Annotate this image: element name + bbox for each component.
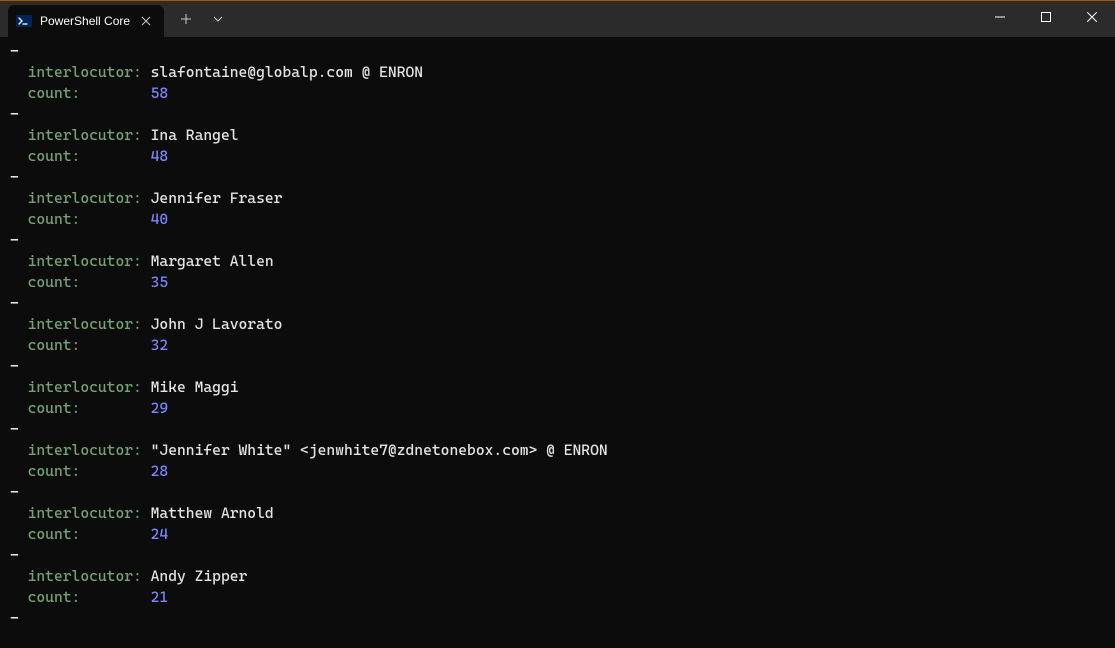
label-interlocutor: interlocutor: — [28, 567, 151, 585]
record-line: interlocutor: Matthew Arnold — [10, 504, 274, 522]
value-interlocutor: John J Lavorato — [151, 315, 283, 333]
value-interlocutor: Ina Rangel — [151, 126, 239, 144]
label-count: count: — [28, 336, 151, 354]
yaml-dash: - — [10, 357, 19, 375]
record-line: count: 35 — [10, 273, 168, 291]
record-line: interlocutor: Jennifer Fraser — [10, 189, 282, 207]
window-controls — [977, 1, 1115, 33]
yaml-dash: - — [10, 168, 19, 186]
tab-title: PowerShell Core — [40, 14, 130, 28]
yaml-dash: - — [10, 420, 19, 438]
value-interlocutor: "Jennifer White" <jenwhite7@zdnetonebox.… — [151, 441, 608, 459]
label-interlocutor: interlocutor: — [28, 504, 151, 522]
label-interlocutor: interlocutor: — [28, 315, 151, 333]
maximize-button[interactable] — [1023, 1, 1069, 33]
powershell-icon — [16, 13, 32, 29]
record-line: count: 28 — [10, 462, 168, 480]
value-count: 48 — [151, 147, 169, 165]
value-count: 28 — [151, 462, 169, 480]
label-count: count: — [28, 462, 151, 480]
yaml-dash: - — [10, 483, 19, 501]
yaml-dash: - — [10, 231, 19, 249]
new-tab-button[interactable] — [172, 5, 200, 33]
tab-powershell[interactable]: PowerShell Core — [8, 5, 164, 37]
record-line: count: 40 — [10, 210, 168, 228]
value-count: 58 — [151, 84, 169, 102]
record-line: interlocutor: slafontaine@globalp.com @ … — [10, 63, 423, 81]
label-interlocutor: interlocutor: — [28, 126, 151, 144]
yaml-dash: - — [10, 294, 19, 312]
minimize-button[interactable] — [977, 1, 1023, 33]
record-line: interlocutor: Andy Zipper — [10, 567, 247, 585]
value-interlocutor: Jennifer Fraser — [151, 189, 283, 207]
record-line: interlocutor: Ina Rangel — [10, 126, 239, 144]
value-count: 40 — [151, 210, 169, 228]
record-line: interlocutor: John J Lavorato — [10, 315, 282, 333]
value-count: 35 — [151, 273, 169, 291]
tab-actions — [172, 5, 232, 33]
terminal-output[interactable]: - interlocutor: slafontaine@globalp.com … — [0, 37, 1115, 633]
value-count: 32 — [151, 336, 169, 354]
label-interlocutor: interlocutor: — [28, 378, 151, 396]
record-line: count: 48 — [10, 147, 168, 165]
record-line: interlocutor: "Jennifer White" <jenwhite… — [10, 441, 608, 459]
value-interlocutor: Andy Zipper — [151, 567, 248, 585]
yaml-dash: - — [10, 609, 19, 627]
record-line: interlocutor: Margaret Allen — [10, 252, 274, 270]
label-count: count: — [28, 273, 151, 291]
value-count: 21 — [151, 588, 169, 606]
value-interlocutor: Matthew Arnold — [151, 504, 274, 522]
record-line: count: 58 — [10, 84, 168, 102]
value-interlocutor: Mike Maggi — [151, 378, 239, 396]
record-line: count: 21 — [10, 588, 168, 606]
titlebar: PowerShell Core — [0, 1, 1115, 37]
value-interlocutor: slafontaine@globalp.com @ ENRON — [151, 63, 423, 81]
label-interlocutor: interlocutor: — [28, 189, 151, 207]
value-count: 29 — [151, 399, 169, 417]
tab-dropdown-button[interactable] — [204, 5, 232, 33]
record-line: count: 24 — [10, 525, 168, 543]
label-interlocutor: interlocutor: — [28, 441, 151, 459]
label-count: count: — [28, 210, 151, 228]
yaml-dash: - — [10, 105, 19, 123]
yaml-dash: - — [10, 546, 19, 564]
close-window-button[interactable] — [1069, 1, 1115, 33]
label-count: count: — [28, 588, 151, 606]
close-tab-button[interactable] — [138, 13, 154, 29]
value-interlocutor: Margaret Allen — [151, 252, 274, 270]
value-count: 24 — [151, 525, 169, 543]
label-count: count: — [28, 399, 151, 417]
label-count: count: — [28, 525, 151, 543]
record-line: count: 29 — [10, 399, 168, 417]
record-line: interlocutor: Mike Maggi — [10, 378, 239, 396]
label-interlocutor: interlocutor: — [28, 63, 151, 81]
record-line: count: 32 — [10, 336, 168, 354]
label-count: count: — [28, 84, 151, 102]
label-count: count: — [28, 147, 151, 165]
yaml-dash: - — [10, 42, 19, 60]
label-interlocutor: interlocutor: — [28, 252, 151, 270]
